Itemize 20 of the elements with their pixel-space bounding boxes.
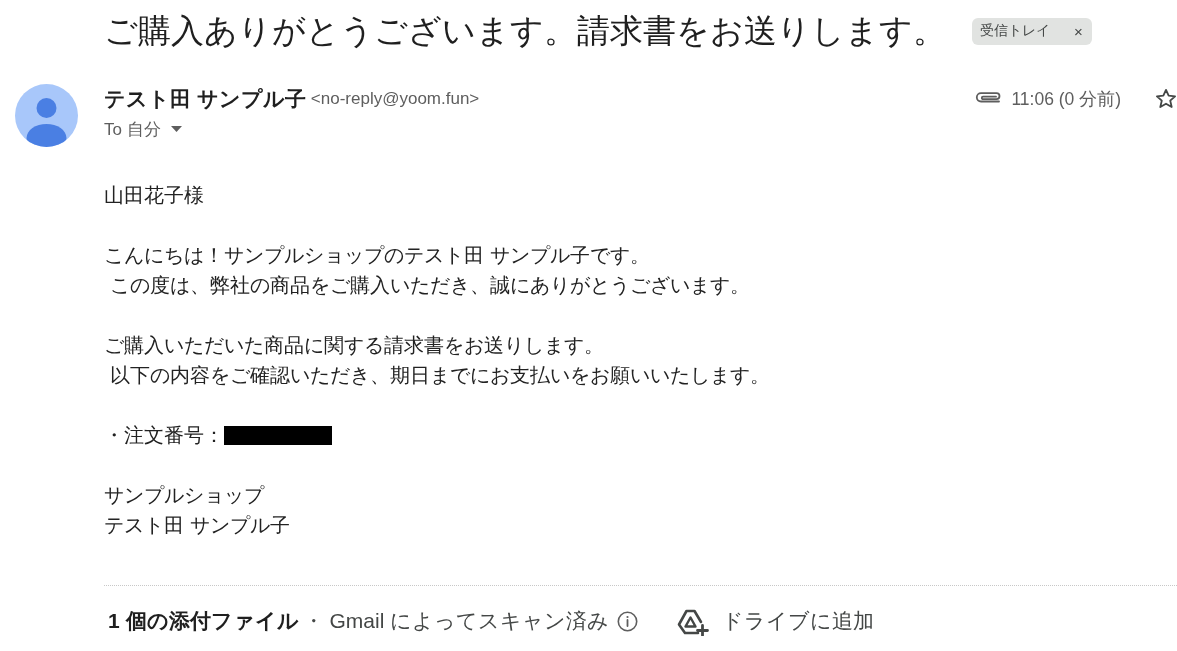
recipient-dropdown[interactable]: To 自分: [104, 117, 182, 141]
body-text: ・注文番号：: [104, 423, 224, 448]
info-icon[interactable]: [617, 610, 639, 632]
sender-email: <no-reply@yoom.fun>: [310, 89, 480, 109]
caret-icon: [170, 126, 182, 132]
email-subject: ご購入ありがとうございます。請求書をお送りします。: [104, 11, 946, 51]
received-time: 11:06 (0 分前): [1011, 88, 1121, 111]
star-icon[interactable]: [1155, 88, 1177, 110]
attachment-count: 1 個の添付ファイル: [108, 608, 299, 634]
scan-note: Gmail によってスキャン済み: [329, 608, 610, 634]
avatar-icon: [15, 84, 78, 147]
remove-label-button[interactable]: ×: [1074, 23, 1083, 39]
sender-name: テスト田 サンプル子: [104, 86, 306, 112]
add-to-drive-button[interactable]: ドライブに追加: [676, 606, 875, 636]
body-text: サンプルショップ テスト田 サンプル子: [104, 483, 290, 538]
body-text: 山田花子様: [104, 183, 204, 208]
label-text: 受信トレイ: [980, 22, 1050, 40]
body-text: ご購入いただいた商品に関する請求書をお送りします。 以下の内容をご確認いただき、期日までにお支払いをお願いいたします。: [104, 333, 770, 388]
body-text: こんにちは！サンプルショップのテスト田 サンプル子です。 この度は、弊社の商品をご購入いただき、誠にありがとうございます。: [104, 243, 750, 298]
separator-dot: ・: [302, 608, 324, 634]
